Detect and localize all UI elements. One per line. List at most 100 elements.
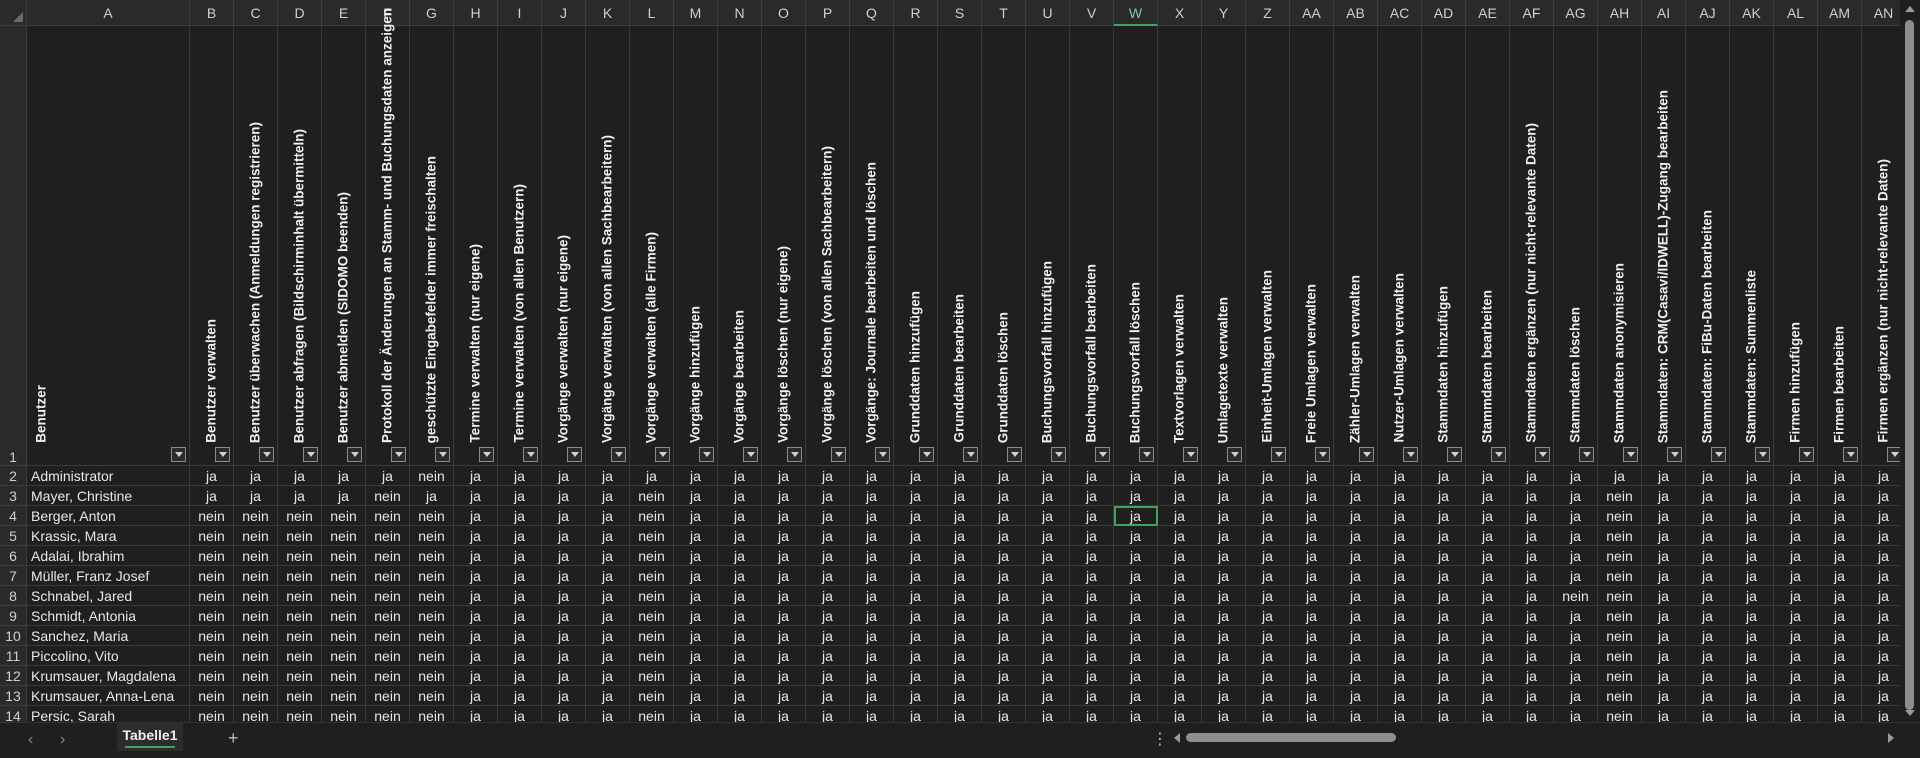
permission-cell[interactable]: nein bbox=[366, 506, 410, 526]
permission-cell[interactable]: nein bbox=[278, 686, 322, 706]
permission-cell[interactable]: ja bbox=[1422, 666, 1466, 686]
user-name-cell[interactable]: Mayer, Christine bbox=[27, 486, 190, 506]
permission-cell[interactable]: ja bbox=[982, 506, 1026, 526]
permission-cell[interactable]: ja bbox=[850, 486, 894, 506]
permission-cell[interactable]: ja bbox=[586, 606, 630, 626]
next-sheet-arrow-icon[interactable]: › bbox=[60, 731, 65, 749]
permission-cell[interactable]: ja bbox=[1862, 566, 1900, 586]
permission-cell[interactable]: ja bbox=[1730, 506, 1774, 526]
permission-cell[interactable]: ja bbox=[1422, 686, 1466, 706]
permission-cell[interactable]: ja bbox=[894, 566, 938, 586]
column-header-aj[interactable]: AJ bbox=[1686, 0, 1730, 26]
column-header-ac[interactable]: AC bbox=[1378, 0, 1422, 26]
permission-cell[interactable]: ja bbox=[938, 706, 982, 722]
column-header-d[interactable]: D bbox=[278, 0, 322, 26]
header-cell-ai[interactable]: Stammdaten: CRM(Casavi/IDWELL)-Zugang be… bbox=[1642, 26, 1686, 466]
column-header-q[interactable]: Q bbox=[850, 0, 894, 26]
permission-cell[interactable]: ja bbox=[1686, 546, 1730, 566]
permission-cell[interactable]: ja bbox=[850, 626, 894, 646]
permission-cell[interactable]: ja bbox=[1202, 506, 1246, 526]
permission-cell[interactable]: ja bbox=[982, 526, 1026, 546]
permission-cell[interactable]: nein bbox=[234, 586, 278, 606]
permission-cell[interactable]: nein bbox=[278, 606, 322, 626]
permission-cell[interactable]: ja bbox=[806, 566, 850, 586]
filter-dropdown-icon[interactable] bbox=[1535, 447, 1550, 462]
filter-dropdown-icon[interactable] bbox=[1623, 447, 1638, 462]
row-header-7[interactable]: 7 bbox=[0, 566, 27, 586]
permission-cell[interactable]: ja bbox=[1246, 686, 1290, 706]
permission-cell[interactable]: ja bbox=[1290, 606, 1334, 626]
permission-cell[interactable]: ja bbox=[1642, 626, 1686, 646]
permission-cell[interactable]: ja bbox=[1290, 506, 1334, 526]
permission-cell[interactable]: ja bbox=[938, 646, 982, 666]
permission-cell[interactable]: ja bbox=[542, 506, 586, 526]
permission-cell[interactable]: ja bbox=[1642, 706, 1686, 722]
header-cell-an[interactable]: Firmen ergänzen (nur nicht-relevante Dat… bbox=[1862, 26, 1900, 466]
permission-cell[interactable]: ja bbox=[938, 546, 982, 566]
permission-cell[interactable]: ja bbox=[938, 526, 982, 546]
permission-cell[interactable]: nein bbox=[366, 486, 410, 506]
column-header-v[interactable]: V bbox=[1070, 0, 1114, 26]
permission-cell[interactable]: ja bbox=[1422, 606, 1466, 626]
filter-dropdown-icon[interactable] bbox=[391, 447, 406, 462]
permission-cell[interactable]: ja bbox=[190, 466, 234, 486]
permission-cell[interactable]: ja bbox=[1862, 506, 1900, 526]
permission-cell[interactable]: ja bbox=[1334, 686, 1378, 706]
permission-cell[interactable]: ja bbox=[1026, 546, 1070, 566]
permission-cell[interactable]: ja bbox=[1026, 606, 1070, 626]
permission-cell[interactable]: ja bbox=[1378, 586, 1422, 606]
permission-cell[interactable]: ja bbox=[674, 606, 718, 626]
header-cell-x[interactable]: Textvorlagen verwalten bbox=[1158, 26, 1202, 466]
filter-dropdown-icon[interactable] bbox=[1095, 447, 1110, 462]
permission-cell[interactable]: ja bbox=[542, 566, 586, 586]
permission-cell[interactable]: ja bbox=[1070, 506, 1114, 526]
permission-cell[interactable]: nein bbox=[278, 646, 322, 666]
permission-cell[interactable]: nein bbox=[278, 666, 322, 686]
user-name-cell[interactable]: Adalai, Ibrahim bbox=[27, 546, 190, 566]
permission-cell[interactable]: nein bbox=[366, 666, 410, 686]
permission-cell[interactable]: ja bbox=[982, 686, 1026, 706]
permission-cell[interactable]: ja bbox=[1026, 646, 1070, 666]
permission-cell[interactable]: ja bbox=[762, 606, 806, 626]
permission-cell[interactable]: ja bbox=[1378, 546, 1422, 566]
header-cell-o[interactable]: Vorgänge löschen (nur eigene) bbox=[762, 26, 806, 466]
header-cell-c[interactable]: Benutzer überwachen (Anmeldungen registr… bbox=[234, 26, 278, 466]
permission-cell[interactable]: ja bbox=[1158, 506, 1202, 526]
permission-cell[interactable]: nein bbox=[410, 706, 454, 722]
user-name-cell[interactable]: Krumsauer, Anna-Lena bbox=[27, 686, 190, 706]
row-header-5[interactable]: 5 bbox=[0, 526, 27, 546]
permission-cell[interactable]: ja bbox=[1290, 646, 1334, 666]
permission-cell[interactable]: ja bbox=[1202, 666, 1246, 686]
permission-cell[interactable]: ja bbox=[1466, 606, 1510, 626]
user-name-cell[interactable]: Piccolino, Vito bbox=[27, 646, 190, 666]
permission-cell[interactable]: ja bbox=[1730, 486, 1774, 506]
permission-cell[interactable]: ja bbox=[1422, 466, 1466, 486]
permission-cell[interactable]: ja bbox=[718, 646, 762, 666]
permission-cell[interactable]: ja bbox=[542, 666, 586, 686]
permission-cell[interactable]: ja bbox=[1158, 706, 1202, 722]
column-header-w[interactable]: W bbox=[1114, 0, 1158, 26]
permission-cell[interactable]: ja bbox=[1334, 666, 1378, 686]
permission-cell[interactable]: ja bbox=[1466, 666, 1510, 686]
column-header-n[interactable]: N bbox=[718, 0, 762, 26]
filter-dropdown-icon[interactable] bbox=[787, 447, 802, 462]
permission-cell[interactable]: ja bbox=[1202, 526, 1246, 546]
permission-cell[interactable]: ja bbox=[1114, 706, 1158, 722]
row-header-1[interactable]: 1 bbox=[0, 26, 27, 466]
permission-cell[interactable]: ja bbox=[850, 706, 894, 722]
permission-cell[interactable]: nein bbox=[322, 566, 366, 586]
permission-cell[interactable]: ja bbox=[1554, 686, 1598, 706]
permission-cell[interactable]: ja bbox=[762, 546, 806, 566]
column-header-h[interactable]: H bbox=[454, 0, 498, 26]
filter-dropdown-icon[interactable] bbox=[1491, 447, 1506, 462]
permission-cell[interactable]: ja bbox=[1730, 706, 1774, 722]
header-cell-l[interactable]: Vorgänge verwalten (alle Firmen) bbox=[630, 26, 674, 466]
permission-cell[interactable]: ja bbox=[1422, 526, 1466, 546]
filter-dropdown-icon[interactable] bbox=[435, 447, 450, 462]
permission-cell[interactable]: ja bbox=[1466, 706, 1510, 722]
permission-cell[interactable]: nein bbox=[190, 506, 234, 526]
permission-cell[interactable]: ja bbox=[1070, 526, 1114, 546]
column-header-s[interactable]: S bbox=[938, 0, 982, 26]
permission-cell[interactable]: ja bbox=[498, 666, 542, 686]
permission-cell[interactable]: ja bbox=[674, 586, 718, 606]
